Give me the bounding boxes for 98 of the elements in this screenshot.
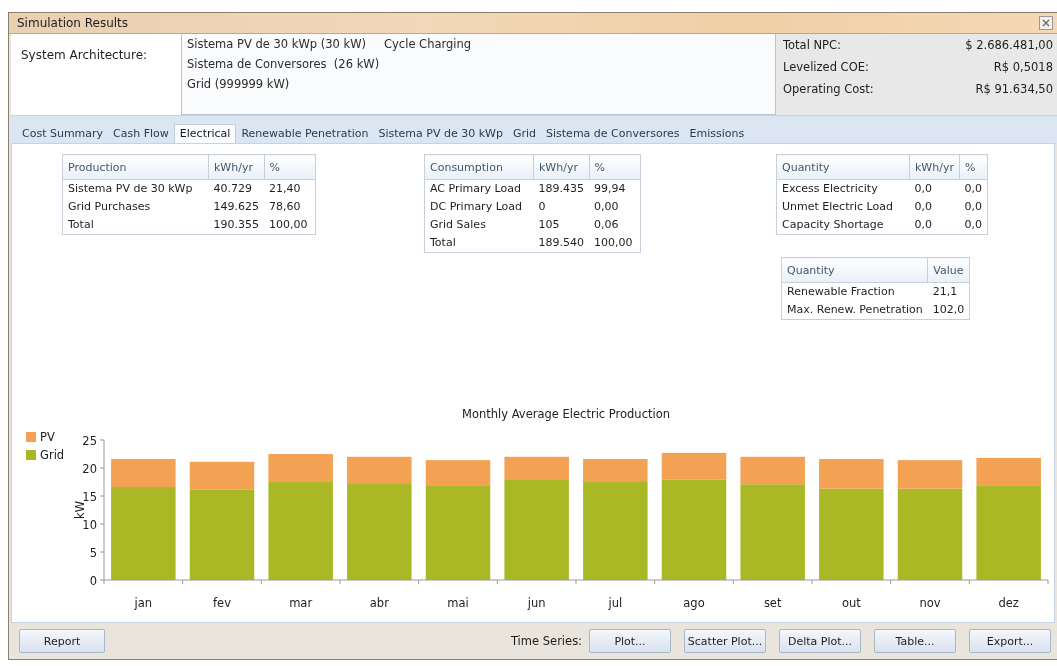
column-header: Quantity: [781, 257, 928, 283]
table-cell: Sistema PV de 30 kWp: [62, 179, 209, 198]
action-button[interactable]: Export...: [969, 629, 1051, 653]
cost-label: Total NPC:: [783, 38, 841, 52]
table-cell: 99,94: [589, 179, 640, 198]
axis-tick-label: dez: [998, 596, 1019, 610]
axis-label: kW: [73, 501, 87, 519]
y-tick-label: 10: [82, 518, 97, 532]
axis-tick-label: abr: [369, 596, 389, 610]
table-cell-text: 0,0: [913, 199, 933, 215]
table-cell: 0,00: [589, 198, 640, 216]
table-cell: Grid Purchases: [62, 198, 209, 216]
column-header: Production: [62, 154, 209, 180]
action-button[interactable]: Delta Plot...: [779, 629, 861, 653]
axis-tick-label: nov: [919, 596, 941, 610]
table-cell: Total: [424, 234, 534, 253]
table-cell: Renewable Fraction: [781, 282, 928, 301]
column-header: %: [264, 154, 315, 180]
table-cell-text: 105: [537, 217, 561, 233]
table-cell: 0,0: [959, 216, 988, 235]
table-cell-text: 149.625: [212, 199, 260, 215]
window-title: Simulation Results: [17, 16, 129, 30]
column-header: %: [959, 154, 988, 180]
cost-value: $ 2.686.481,00: [965, 38, 1053, 52]
action-button[interactable]: Plot...: [589, 629, 671, 653]
column-header: Value: [927, 257, 970, 283]
close-button[interactable]: [1039, 16, 1053, 30]
tab[interactable]: Cost Summary: [17, 125, 109, 143]
axis-tick-label: mar: [289, 596, 313, 610]
tab[interactable]: Emissions: [684, 125, 750, 143]
table-cell: 0,0: [909, 216, 960, 235]
table-cell: 0,0: [959, 179, 988, 198]
table-cell: 78,60: [264, 198, 315, 216]
table-cell: DC Primary Load: [424, 198, 534, 216]
axis-tick-label: ago: [683, 596, 705, 610]
table-cell: 190.355: [208, 216, 264, 235]
column-header: kWh/yr: [909, 154, 960, 180]
column-header: Quantity: [776, 154, 910, 180]
axis-tick-label: jul: [608, 596, 623, 610]
tab[interactable]: Sistema PV de 30 kWp: [373, 125, 508, 143]
table-cell: 21,40: [264, 179, 315, 198]
table-cell: AC Primary Load: [424, 179, 534, 198]
component-text: Grid (999999 kW): [187, 77, 290, 91]
table-cell-text: 0: [537, 199, 547, 215]
cost-label: Levelized COE:: [783, 60, 869, 74]
column-header: kWh/yr: [208, 154, 264, 180]
y-tick-label: 20: [82, 462, 97, 476]
architecture-label: System Architecture:: [20, 47, 149, 64]
axis-tick-label: jan: [134, 596, 153, 610]
legend-item: PV: [26, 430, 55, 444]
table-cell: Grid Sales: [424, 216, 534, 234]
table-cell: 100,00: [264, 216, 315, 235]
table-cell: 102,0: [927, 301, 970, 320]
cost-value: R$ 91.634,50: [975, 82, 1053, 96]
column-header: Consumption: [424, 154, 534, 180]
tab[interactable]: Sistema de Conversores: [541, 125, 685, 143]
chart-title: Monthly Average Electric Production: [462, 407, 670, 421]
component-text: Sistema PV de 30 kWp (30 kW): [187, 37, 367, 51]
y-tick-label: 5: [89, 546, 97, 560]
table-cell: 189.540: [533, 234, 589, 253]
table-cell: Excess Electricity: [776, 179, 910, 198]
action-button[interactable]: Table...: [874, 629, 956, 653]
cost-value: R$ 0,5018: [993, 60, 1053, 74]
tab[interactable]: Cash Flow: [108, 125, 174, 143]
axis-tick-label: out: [841, 596, 861, 610]
column-header: %: [589, 154, 640, 180]
legend-item: Grid: [26, 448, 65, 462]
table-cell: 189.435: [533, 179, 589, 198]
component-text: Cycle Charging: [384, 37, 472, 51]
table-cell: Total: [62, 216, 209, 235]
close-icon: [1042, 19, 1050, 27]
y-tick-label: 0: [89, 574, 97, 588]
tab[interactable]: Grid: [507, 125, 542, 143]
column-header: kWh/yr: [533, 154, 589, 180]
axis-tick-label: fev: [213, 596, 231, 610]
legend-label: Grid: [40, 448, 65, 462]
cost-label: Operating Cost:: [783, 82, 874, 96]
report-button[interactable]: Report: [19, 629, 105, 653]
table-cell: 0,06: [589, 216, 640, 234]
table-cell: 100,00: [589, 234, 640, 253]
tab[interactable]: Renewable Penetration: [236, 125, 374, 143]
table-cell: 40.729: [208, 179, 264, 198]
action-button[interactable]: Scatter Plot...: [684, 629, 766, 653]
y-tick-label: 15: [82, 490, 97, 504]
time-series-label: Time Series:: [510, 634, 582, 648]
table-cell: Unmet Electric Load: [776, 198, 910, 216]
legend-label: PV: [40, 430, 55, 444]
table-cell: 0,0: [909, 179, 960, 198]
table-cell: Max. Renew. Penetration: [781, 301, 928, 320]
axis-tick-label: set: [763, 596, 782, 610]
tab[interactable]: Electrical: [173, 124, 237, 143]
component-text: Sistema de Conversores (26 kW): [187, 57, 380, 71]
table-cell: 0,0: [959, 198, 988, 216]
table-cell: 21,1: [927, 282, 970, 301]
y-tick-label: 25: [82, 434, 97, 448]
axis-tick-label: mai: [447, 596, 469, 610]
table-cell: Capacity Shortage: [776, 216, 910, 235]
axis-tick-label: jun: [527, 596, 546, 610]
